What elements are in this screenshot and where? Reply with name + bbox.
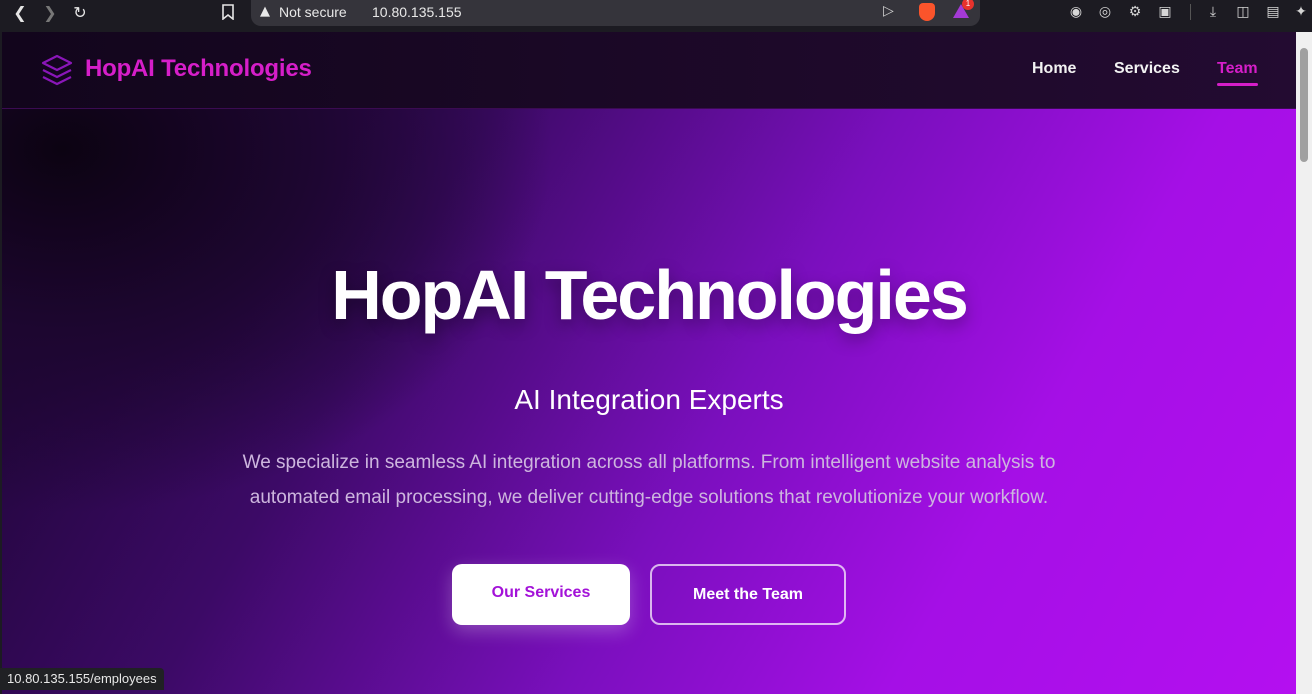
hero-description-line-1: We specialize in seamless AI integration… bbox=[242, 452, 1056, 473]
hero-description-line-2: automated email processing, we deliver c… bbox=[249, 487, 1049, 508]
reload-icon[interactable]: ↻ bbox=[68, 2, 92, 22]
warning-icon: ▲ bbox=[260, 4, 270, 19]
rewards-badge: 1 bbox=[962, 0, 974, 10]
security-label[interactable]: Not secure bbox=[279, 4, 347, 20]
nav-home[interactable]: Home bbox=[1032, 60, 1076, 78]
send-icon[interactable]: ▷ bbox=[883, 3, 894, 19]
extensions-icon[interactable]: ⚙ bbox=[1126, 3, 1144, 21]
layers-icon[interactable] bbox=[40, 53, 74, 87]
brand-name[interactable]: HopAI Technologies bbox=[85, 55, 312, 83]
url-text[interactable]: 10.80.135.155 bbox=[372, 4, 462, 20]
browser-toolbar: ❮ ❯ ↻ ▲ Not secure 10.80.135.155 ▷ 1 ◉ ◎… bbox=[0, 0, 1312, 32]
hero-subtitle: AI Integration Experts bbox=[514, 384, 784, 415]
bookmark-icon[interactable] bbox=[216, 2, 240, 22]
brave-shields-icon[interactable] bbox=[919, 3, 935, 21]
leo-icon[interactable]: ◉ bbox=[1067, 3, 1085, 21]
sidebar-icon[interactable]: ◫ bbox=[1234, 3, 1252, 21]
scrollbar-thumb[interactable] bbox=[1300, 48, 1308, 162]
ai-icon[interactable]: ✦ bbox=[1292, 3, 1310, 21]
download-icon[interactable]: ⤓ bbox=[1204, 3, 1222, 21]
nav-services[interactable]: Services bbox=[1114, 60, 1180, 78]
page-viewport: HopAI Technologies Home Services Team Ho… bbox=[2, 32, 1296, 694]
link-status-bar: 10.80.135.155/employees bbox=[0, 668, 164, 690]
toolbar-divider bbox=[1190, 4, 1191, 20]
page-scrollbar[interactable] bbox=[1296, 32, 1312, 694]
screenshot-icon[interactable]: ▣ bbox=[1156, 3, 1174, 21]
hero-section: HopAI Technologies AI Integration Expert… bbox=[2, 109, 1296, 694]
wallet-icon[interactable]: ▤ bbox=[1264, 3, 1282, 21]
nav-team[interactable]: Team bbox=[1217, 60, 1258, 86]
vpn-icon[interactable]: ◎ bbox=[1096, 3, 1114, 21]
site-header: HopAI Technologies Home Services Team bbox=[2, 32, 1296, 109]
hero-description: We specialize in seamless AI integration… bbox=[199, 445, 1099, 515]
our-services-button[interactable]: Our Services bbox=[452, 564, 630, 625]
meet-the-team-button[interactable]: Meet the Team bbox=[650, 564, 846, 625]
address-bar[interactable]: ▲ Not secure 10.80.135.155 ▷ 1 bbox=[251, 0, 980, 26]
back-icon[interactable]: ❮ bbox=[8, 2, 32, 22]
forward-icon[interactable]: ❯ bbox=[38, 2, 62, 22]
hero-title: HopAI Technologies bbox=[331, 256, 969, 334]
